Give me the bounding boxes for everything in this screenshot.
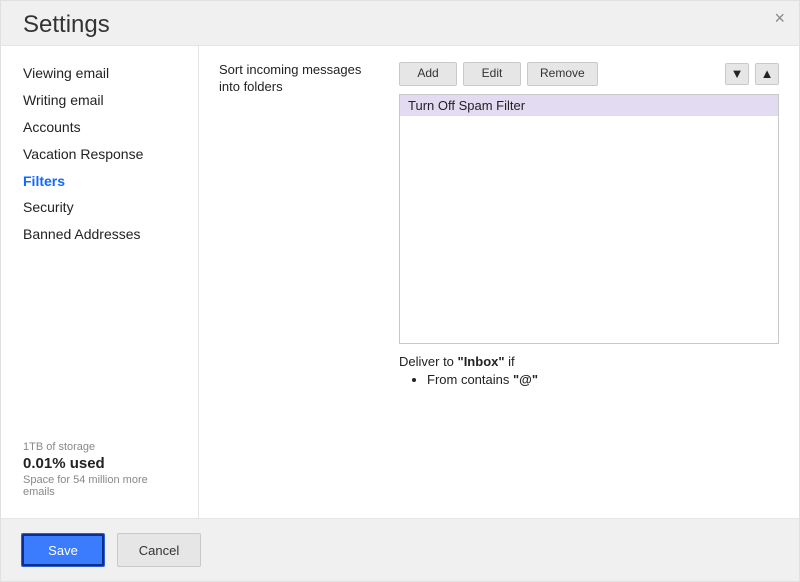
panel-description: Sort incoming messages into folders xyxy=(219,62,379,502)
storage-percent: 0.01% used xyxy=(23,455,176,472)
settings-sidebar: Viewing email Writing email Accounts Vac… xyxy=(1,46,199,518)
filter-list[interactable]: Turn Off Spam Filter xyxy=(399,94,779,344)
condition-text: From contains xyxy=(427,372,513,387)
filter-summary: Deliver to "Inbox" if From contains "@" xyxy=(399,354,779,389)
nav-writing-email[interactable]: Writing email xyxy=(1,87,198,114)
storage-remaining: Space for 54 million more emails xyxy=(23,474,176,498)
condition-value: "@" xyxy=(513,372,538,387)
move-down-button[interactable]: ▼ xyxy=(725,63,749,85)
add-button[interactable]: Add xyxy=(399,62,457,86)
close-icon[interactable]: × xyxy=(774,9,785,27)
nav-viewing-email[interactable]: Viewing email xyxy=(1,60,198,87)
dialog-footer: Save Cancel xyxy=(1,518,799,581)
nav-filters[interactable]: Filters xyxy=(1,168,198,195)
edit-button[interactable]: Edit xyxy=(463,62,521,86)
arrow-up-icon: ▲ xyxy=(761,66,774,81)
summary-conditions: From contains "@" xyxy=(399,371,779,389)
nav-accounts[interactable]: Accounts xyxy=(1,114,198,141)
dialog-body: Viewing email Writing email Accounts Vac… xyxy=(1,45,799,518)
remove-button[interactable]: Remove xyxy=(527,62,598,86)
settings-nav: Viewing email Writing email Accounts Vac… xyxy=(1,60,198,441)
save-button[interactable]: Save xyxy=(21,533,105,567)
storage-total: 1TB of storage xyxy=(23,441,176,453)
storage-info: 1TB of storage 0.01% used Space for 54 m… xyxy=(1,441,198,508)
nav-banned-addresses[interactable]: Banned Addresses xyxy=(1,221,198,248)
filters-panel: Sort incoming messages into folders Add … xyxy=(199,46,799,518)
arrow-down-icon: ▼ xyxy=(731,66,744,81)
summary-condition: From contains "@" xyxy=(427,371,779,389)
dialog-header: Settings × xyxy=(1,1,799,45)
filters-toolbar: Add Edit Remove ▼ ▲ xyxy=(399,62,779,86)
summary-suffix: if xyxy=(505,354,515,369)
move-up-button[interactable]: ▲ xyxy=(755,63,779,85)
settings-dialog: Settings × Viewing email Writing email A… xyxy=(0,0,800,582)
nav-vacation-response[interactable]: Vacation Response xyxy=(1,141,198,168)
filter-item[interactable]: Turn Off Spam Filter xyxy=(400,95,778,116)
filters-area: Add Edit Remove ▼ ▲ Turn Off Spam Filter… xyxy=(399,62,779,502)
summary-folder: "Inbox" xyxy=(458,354,505,369)
nav-security[interactable]: Security xyxy=(1,194,198,221)
cancel-button[interactable]: Cancel xyxy=(117,533,201,567)
dialog-title: Settings xyxy=(23,11,777,39)
summary-prefix: Deliver to xyxy=(399,354,458,369)
